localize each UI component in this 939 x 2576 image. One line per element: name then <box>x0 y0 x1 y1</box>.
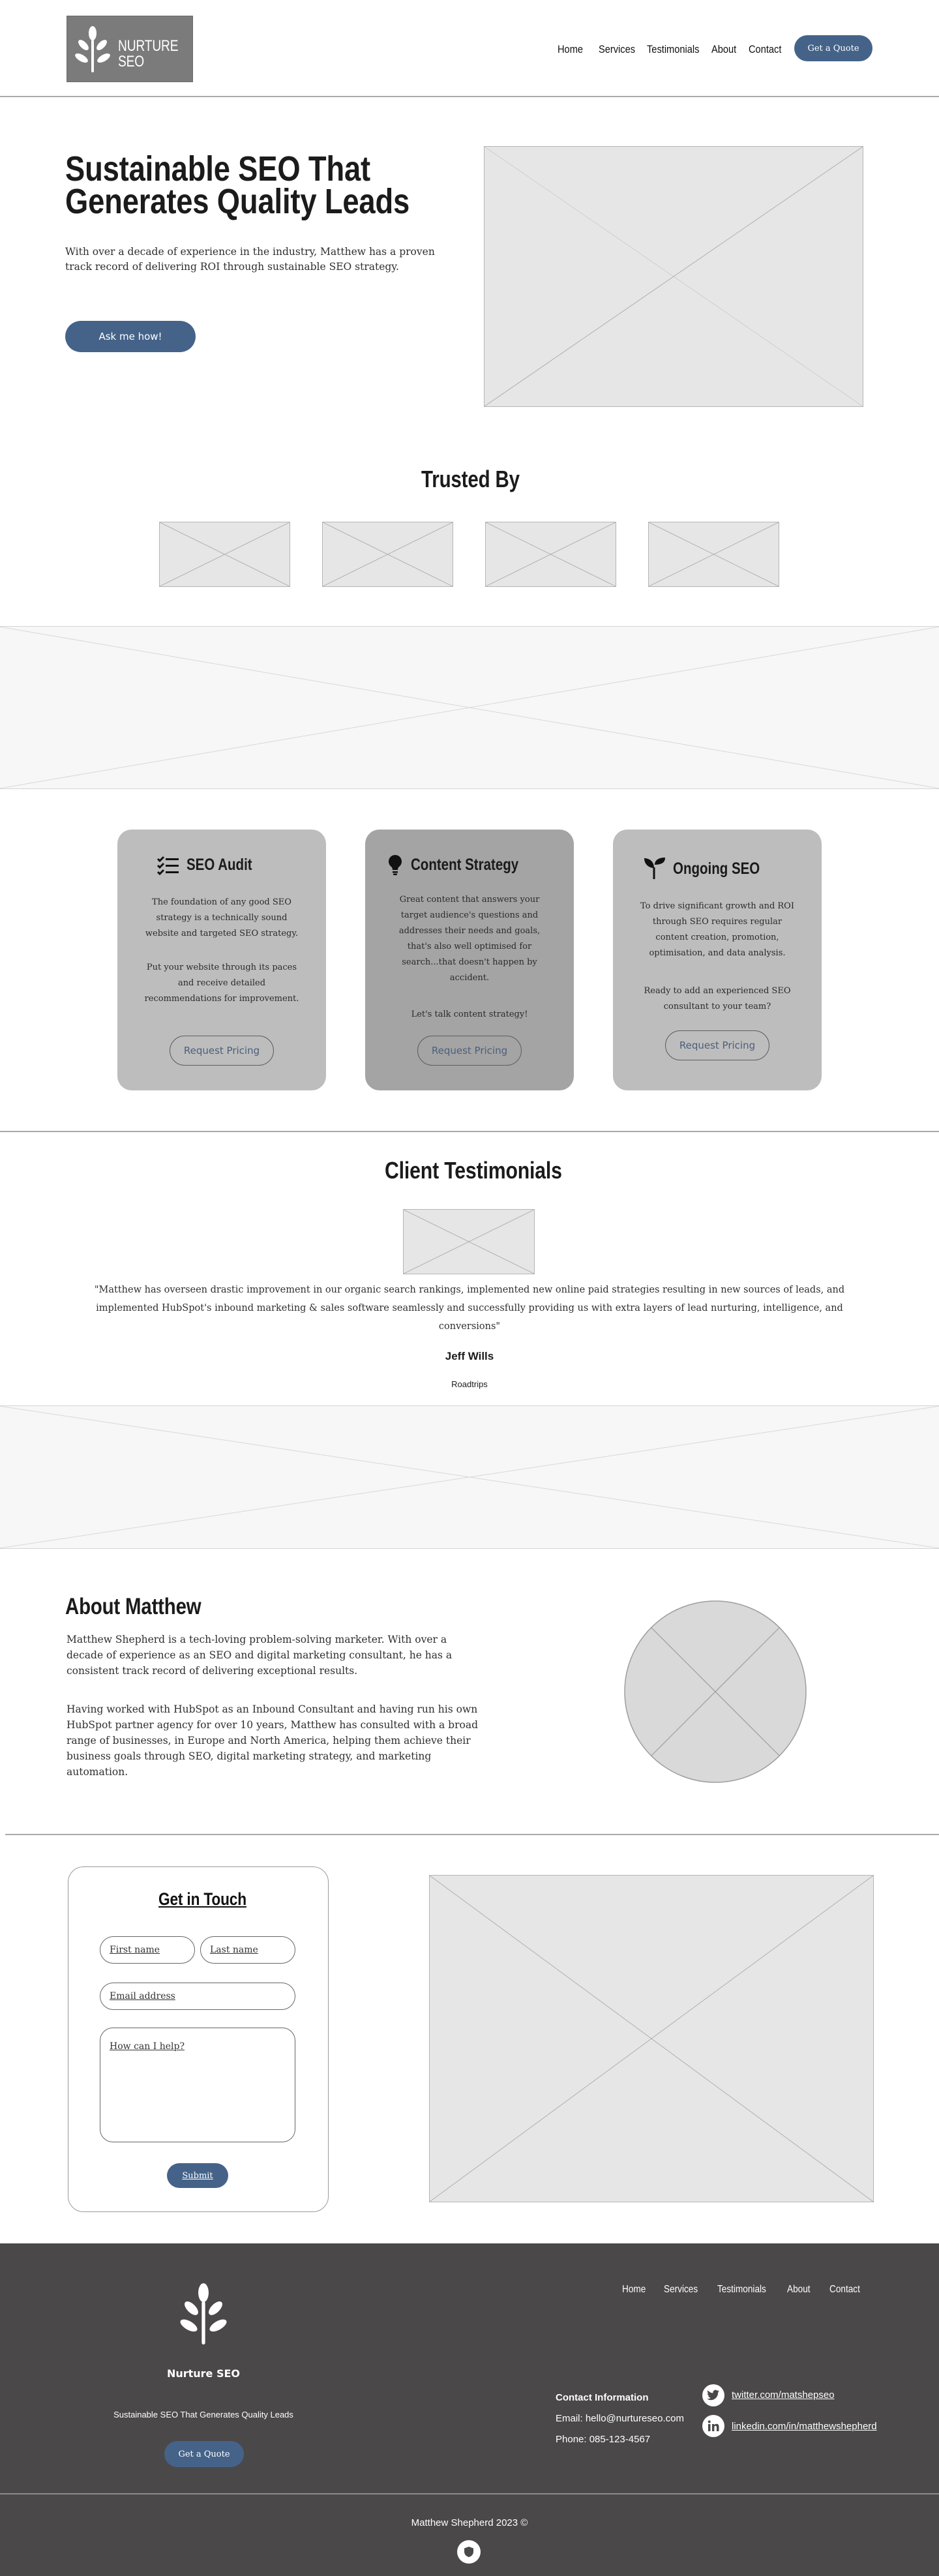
footer-email: Email: hello@nurtureseo.com <box>556 2413 684 2424</box>
plant-logo-icon <box>75 26 110 72</box>
request-pricing-button[interactable]: Request Pricing <box>665 1030 769 1060</box>
footer-get-a-quote-button[interactable]: Get a Quote <box>164 2441 244 2467</box>
about-p2-line3: range of businesses, in Europe and North… <box>67 1735 471 1746</box>
trusted-by-title: Trusted By <box>421 466 520 492</box>
testimonial-quote-line2: implemented HubSpot's inbound marketing … <box>96 1303 843 1313</box>
nav-testimonials[interactable]: Testimonials <box>647 43 699 56</box>
service-title: Content Strategy <box>411 856 519 874</box>
testimonial-quote-line1: "Matthew has overseen drastic improvemen… <box>94 1285 845 1295</box>
about-p1-line1: Matthew Shepherd is a tech-loving proble… <box>67 1634 447 1645</box>
banner-image-1 <box>0 626 939 789</box>
testimonial-author: Jeff Wills <box>445 1350 494 1362</box>
request-pricing-button[interactable]: Request Pricing <box>417 1036 522 1066</box>
service-title: SEO Audit <box>186 856 252 874</box>
service-description: The foundation of any good SEO strategy … <box>145 897 299 938</box>
services-divider <box>0 1131 939 1132</box>
about-p1-line3: consistent track record of delivering ex… <box>67 1665 358 1677</box>
submit-button[interactable]: Submit <box>167 2163 228 2188</box>
service-description: To drive significant growth and ROI thro… <box>640 901 794 958</box>
about-p2-line5: automation. <box>67 1766 128 1778</box>
client-logo-1 <box>159 522 290 587</box>
about-p2-line1: Having worked with HubSpot as an Inbound… <box>67 1703 478 1715</box>
footer-nav-home[interactable]: Home <box>622 2284 646 2296</box>
nav-about[interactable]: About <box>711 43 736 56</box>
message-field[interactable]: How can I help? <box>100 2028 295 2142</box>
service-description: Great content that answers your target a… <box>398 895 541 983</box>
email-field[interactable]: Email address <box>100 1983 295 2010</box>
about-title: About Matthew <box>65 1594 201 1619</box>
logo-text-line2: SEO <box>118 53 145 70</box>
get-a-quote-button[interactable]: Get a Quote <box>794 35 872 61</box>
twitter-link[interactable]: twitter.com/matshepseo <box>732 2389 835 2401</box>
footer-plant-logo-icon[interactable] <box>177 2280 230 2350</box>
contact-image <box>429 1875 874 2202</box>
testimonial-company: Roadtrips <box>451 1379 488 1389</box>
hero-text-line2: track record of delivering ROI through s… <box>65 261 399 273</box>
footer-nav-testimonials[interactable]: Testimonials <box>717 2284 766 2296</box>
profile-photo <box>624 1600 807 1783</box>
hero-text-line1: With over a decade of experience in the … <box>65 246 435 258</box>
service-card-ongoing-seo: Ongoing SEO To drive significant growth … <box>613 830 822 1090</box>
request-pricing-button[interactable]: Request Pricing <box>170 1036 274 1066</box>
testimonial-quote-line3: conversions" <box>438 1321 501 1332</box>
header-divider <box>0 96 939 97</box>
client-logo-2 <box>322 522 453 587</box>
footer-phone: Phone: 085-123-4567 <box>556 2434 651 2445</box>
testimonial-logo <box>403 1209 535 1274</box>
seedling-icon <box>644 858 665 879</box>
form-title: Get in Touch <box>158 1889 246 1909</box>
hero-image <box>484 146 863 407</box>
client-logo-4 <box>648 522 779 587</box>
service-title: Ongoing SEO <box>673 860 760 878</box>
contact-info-title: Contact Information <box>556 2392 649 2403</box>
linkedin-icon[interactable] <box>702 2415 724 2437</box>
copyright: Matthew Shepherd 2023 © <box>411 2517 528 2528</box>
shield-icon[interactable] <box>457 2540 481 2564</box>
about-p1-line2: decade of experience as an SEO and digit… <box>67 1649 453 1661</box>
footer-nav-services[interactable]: Services <box>664 2284 698 2296</box>
about-p2-line2: HubSpot partner agency for over 10 years… <box>67 1719 478 1731</box>
footer-nav-about[interactable]: About <box>787 2284 811 2296</box>
contact-form: Get in Touch First name Last name Email … <box>68 1866 329 2212</box>
client-logo-3 <box>485 522 616 587</box>
footer-logo-text: Nurture SEO <box>166 2367 241 2380</box>
hero-title-line2: Generates Quality Leads <box>65 182 410 221</box>
nav-home[interactable]: Home <box>558 43 583 56</box>
about-p2-line4: business goals through SEO, digital mark… <box>67 1750 432 1762</box>
linkedin-link[interactable]: linkedin.com/in/matthewshepherd <box>732 2421 877 2432</box>
service-description-2: Ready to add an experienced SEO consulta… <box>644 986 791 1011</box>
service-description-2: Put your website through its paces and r… <box>144 963 299 1004</box>
testimonials-title: Client Testimonials <box>385 1157 562 1184</box>
lightbulb-icon <box>389 855 402 875</box>
twitter-icon[interactable] <box>702 2384 724 2406</box>
nav-contact[interactable]: Contact <box>749 43 781 56</box>
service-card-seo-audit: SEO Audit The foundation of any good SEO… <box>117 830 326 1090</box>
footer-divider <box>0 2493 939 2494</box>
logo[interactable]: NURTURE SEO <box>67 16 193 82</box>
checklist-icon <box>156 856 179 875</box>
about-divider <box>5 1834 939 1835</box>
service-card-content-strategy: Content Strategy Great content that answ… <box>365 830 574 1090</box>
footer-tagline: Sustainable SEO That Generates Quality L… <box>113 2410 293 2419</box>
first-name-field[interactable]: First name <box>100 1936 195 1964</box>
banner-image-2 <box>0 1405 939 1549</box>
footer-nav-contact[interactable]: Contact <box>829 2284 860 2296</box>
nav-services[interactable]: Services <box>599 43 635 56</box>
service-description-2: Let's talk content strategy! <box>411 1010 528 1019</box>
ask-me-how-button[interactable]: Ask me how! <box>65 321 196 352</box>
last-name-field[interactable]: Last name <box>200 1936 295 1964</box>
